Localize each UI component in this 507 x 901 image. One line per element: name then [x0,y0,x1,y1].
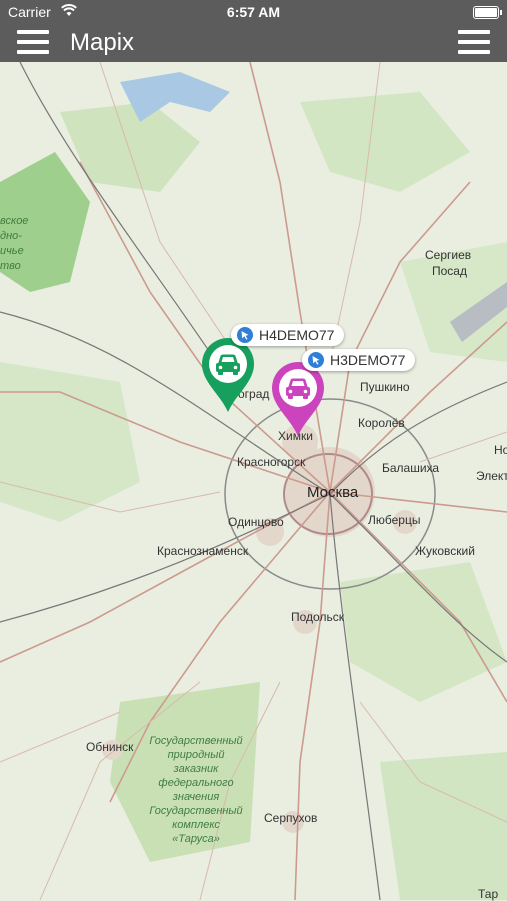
app-title: Mapix [70,29,135,56]
map-pin-icon [202,338,254,412]
city-label: Тар [478,887,499,901]
reserve-label: Государственный природный заказник федер… [149,735,243,845]
cursor-icon [237,327,253,343]
map-tiles [0,62,507,900]
vehicle-label-text: H3DEMO77 [330,352,406,368]
city-label: Краснознаменск [157,544,249,558]
vehicle-marker[interactable] [200,336,256,412]
vehicle-marker[interactable] [270,360,326,436]
city-label: Пушкино [360,380,410,394]
city-label: Сергиев [425,248,472,262]
map-pin-icon [272,362,324,436]
status-bar: Carrier 6:57 AM [0,0,507,24]
city-label: Москва [307,484,359,501]
menu-icon[interactable] [458,30,490,54]
city-label: Одинцово [228,515,284,529]
nav-bar: Mapix [0,24,507,62]
city-label: Элект [476,469,507,483]
city-label: Серпухов [264,811,318,825]
reserve-label: вское дно- ичье тво [0,215,29,272]
vehicle-label-text: H4DEMO77 [259,327,335,343]
cursor-icon [308,352,324,368]
city-label: Но [494,443,507,457]
city-label: Посад [432,264,467,278]
map-view[interactable]: Сергиев Посад Пушкино Королёв Химки огра… [0,62,507,901]
city-label: Люберцы [368,513,421,527]
city-label: Подольск [291,610,344,624]
menu-icon[interactable] [17,30,49,54]
city-label: Балашиха [382,461,440,475]
vehicle-label[interactable]: H4DEMO77 [231,324,345,346]
city-label: Королёв [358,416,405,430]
city-label: Обнинск [86,740,134,754]
city-label: Красногорск [237,455,306,469]
vehicle-label[interactable]: H3DEMO77 [302,349,416,371]
clock: 6:57 AM [226,4,281,20]
battery-icon [473,6,502,19]
city-label: Жуковский [415,544,475,558]
